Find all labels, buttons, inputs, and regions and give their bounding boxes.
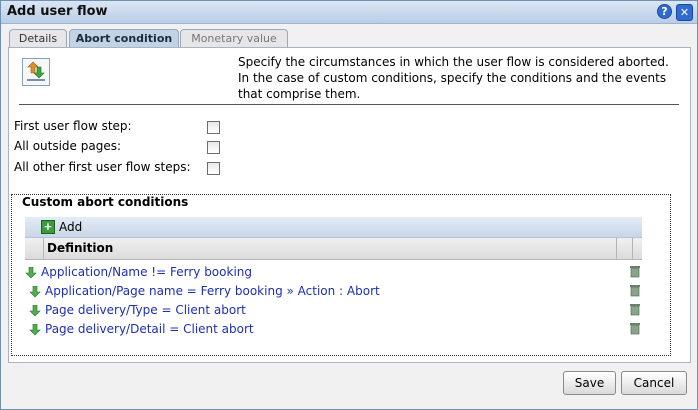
add-user-flow-dialog: Add user flow ? ✕ Details Abort conditio… (0, 0, 698, 410)
condition-text[interactable]: Application/Name != Ferry booking (41, 265, 252, 279)
other-first-steps-checkbox[interactable] (207, 162, 220, 175)
abort-condition-panel: Specify the circumstances in which the u… (8, 47, 691, 363)
green-arrow-icon (29, 286, 41, 298)
grid-toolbar: + Add (25, 217, 642, 238)
header-divider (19, 104, 679, 105)
outside-pages-label: All outside pages: (14, 139, 122, 153)
tab-monetary-value[interactable]: Monetary value (180, 29, 288, 47)
tab-details[interactable]: Details (9, 29, 67, 47)
definition-column-header[interactable]: Definition (47, 241, 113, 255)
save-button[interactable]: Save (563, 371, 616, 395)
green-arrow-icon (25, 267, 37, 279)
custom-conditions-legend: Custom abort conditions (20, 195, 191, 209)
first-step-checkbox[interactable] (207, 121, 220, 134)
conditions-grid: + Add Definition (25, 217, 642, 261)
condition-text[interactable]: Page delivery/Type = Client abort (45, 303, 246, 317)
abort-flow-icon (22, 58, 50, 86)
grid-column-header: Definition (25, 238, 642, 260)
abort-description: Specify the circumstances in which the u… (238, 55, 669, 101)
condition-text[interactable]: Page delivery/Detail = Client abort (45, 322, 254, 336)
green-arrow-icon (29, 305, 41, 317)
delete-condition-icon[interactable] (629, 322, 641, 335)
green-arrow-icon (29, 324, 41, 336)
cancel-button[interactable]: Cancel (621, 371, 687, 395)
first-step-label: First user flow step: (14, 119, 132, 133)
outside-pages-checkbox[interactable] (207, 141, 220, 154)
plus-icon: + (41, 220, 55, 234)
condition-text[interactable]: Application/Page name = Ferry booking » … (45, 284, 380, 298)
delete-condition-icon[interactable] (629, 284, 641, 297)
delete-condition-icon[interactable] (629, 265, 641, 278)
close-icon[interactable]: ✕ (676, 4, 693, 21)
other-first-steps-label: All other first user flow steps: (14, 160, 191, 174)
tab-abort-condition[interactable]: Abort condition (69, 29, 179, 48)
delete-condition-icon[interactable] (629, 303, 641, 316)
dialog-titlebar[interactable]: Add user flow ? ✕ (1, 1, 697, 24)
help-icon[interactable]: ? (657, 4, 672, 19)
add-label: Add (59, 220, 83, 234)
dialog-title: Add user flow (7, 4, 108, 19)
